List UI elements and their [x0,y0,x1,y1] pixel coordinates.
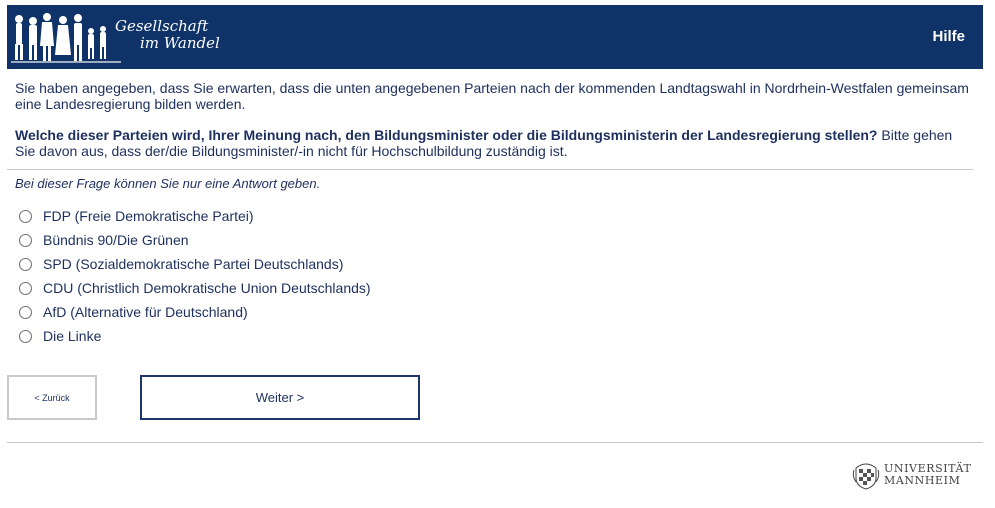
option-spd[interactable]: SPD (Sozialdemokratische Partei Deutschl… [19,252,371,276]
option-label: AfD (Alternative für Deutschland) [43,304,248,320]
radio-button[interactable] [19,209,32,223]
header-bar: Gesellschaft im Wandel Hilfe [7,5,983,69]
radio-button[interactable] [19,305,32,319]
option-gruene[interactable]: Bündnis 90/Die Grünen [19,228,371,252]
radio-button[interactable] [19,329,32,343]
divider [7,169,973,170]
question-content: Sie haben angegeben, dass Sie erwarten, … [15,80,973,159]
option-label: Bündnis 90/Die Grünen [43,232,189,248]
university-logo: UNIVERSITÄT MANNHEIM [852,460,971,490]
intro-text: Sie haben angegeben, dass Sie erwarten, … [15,80,969,112]
radio-button[interactable] [19,233,32,247]
crest-icon [852,463,880,490]
answer-note: Bei dieser Frage können Sie nur eine Ant… [15,176,321,191]
option-cdu[interactable]: CDU (Christlich Demokratische Union Deut… [19,276,371,300]
back-button[interactable]: < Zurück [7,375,97,420]
option-afd[interactable]: AfD (Alternative für Deutschland) [19,300,371,324]
next-button[interactable]: Weiter > [140,375,420,420]
help-link[interactable]: Hilfe [932,28,965,45]
logo-line-2: im Wandel [140,34,220,52]
option-label: SPD (Sozialdemokratische Partei Deutschl… [43,256,344,272]
question-text: Welche dieser Parteien wird, Ihrer Meinu… [15,127,973,159]
footer-divider [7,442,983,443]
people-silhouette-icon [11,13,121,63]
logo-line-1: Gesellschaft [115,17,209,35]
option-fdp[interactable]: FDP (Freie Demokratische Partei) [19,204,371,228]
university-line-2: MANNHEIM [884,474,961,487]
answer-options: FDP (Freie Demokratische Partei) Bündnis… [19,204,371,348]
logo-title: Gesellschaft im Wandel [115,18,220,52]
question-bold: Welche dieser Parteien wird, Ihrer Meinu… [15,127,878,143]
university-name: UNIVERSITÄT MANNHEIM [884,463,971,487]
option-linke[interactable]: Die Linke [19,324,371,348]
option-label: CDU (Christlich Demokratische Union Deut… [43,280,371,296]
radio-button[interactable] [19,281,32,295]
radio-button[interactable] [19,257,32,271]
option-label: Die Linke [43,328,102,344]
option-label: FDP (Freie Demokratische Partei) [43,208,254,224]
